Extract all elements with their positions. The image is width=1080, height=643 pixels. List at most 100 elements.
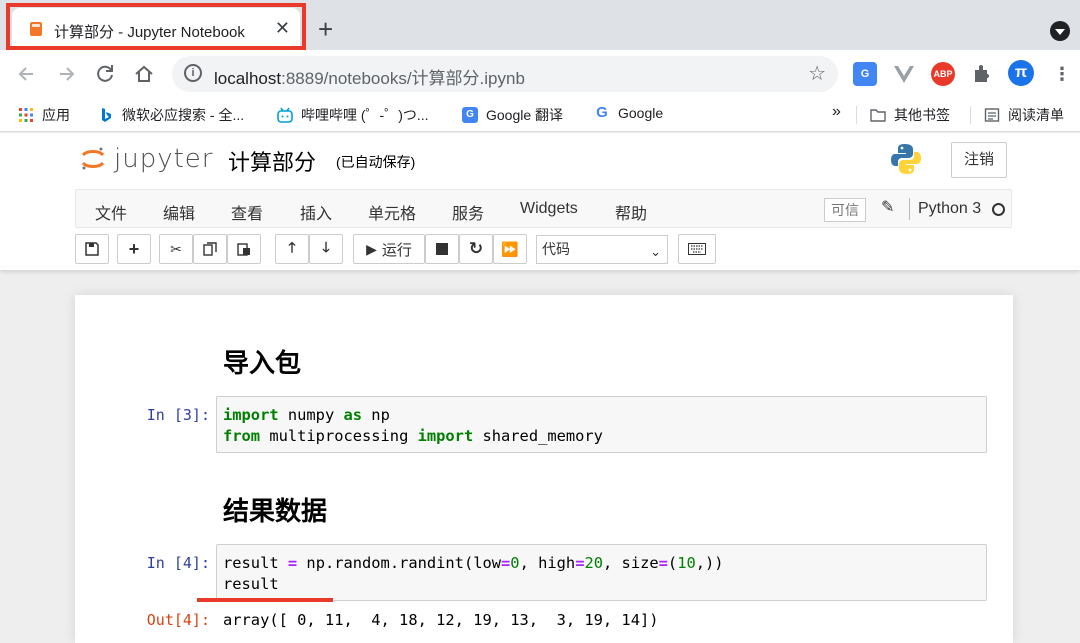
menu-help[interactable]: 帮助 [615,200,647,224]
reading-list[interactable]: 阅读清单 [984,105,1064,125]
menu-edit[interactable]: 编辑 [163,200,195,224]
cell-output: array([ 0, 11, 4, 18, 12, 19, 13, 3, 19,… [223,611,659,629]
puzzle-icon[interactable] [970,62,994,86]
interrupt-button[interactable] [425,234,459,264]
tab-search-icon[interactable] [1050,21,1070,41]
cell-type-select[interactable]: 代码 ⌄ [536,235,668,264]
bookmark-label: 微软必应搜索 - 全... [122,107,245,123]
browser-toolbar: i localhost:8889/notebooks/计算部分.ipynb ☆ … [0,50,1080,98]
menu-file[interactable]: 文件 [95,200,127,224]
translate-icon[interactable]: G [853,62,877,86]
menu-cell[interactable]: 单元格 [368,200,416,224]
input-prompt: In [3]: [146,406,210,424]
run-label: 运行 [381,241,412,259]
bookmark-other[interactable]: 其他书签 [870,105,950,125]
jupyter-logo[interactable]: jupyter [80,144,213,174]
move-up-button[interactable]: 🡑 [275,234,309,264]
bing-icon [102,108,111,122]
bookmark-bilibili[interactable]: 哔哩哔哩 (゜-゜)つ... [277,105,429,125]
home-icon[interactable] [130,60,158,88]
bookmarks-overflow-button[interactable]: » [832,103,841,121]
browser-tab-strip: 计算部分 - Jupyter Notebook ✕ + [0,0,1080,50]
arrow-up-icon: 🡑 [288,239,296,255]
address-bar[interactable]: i localhost:8889/notebooks/计算部分.ipynb ☆ [172,56,838,92]
jupyter-header: jupyter 计算部分 (已自动保存) 注销 文件 编辑 查看 插入 单元格 … [0,133,1080,270]
menu-insert[interactable]: 插入 [300,200,332,224]
cut-button[interactable]: ✂ [159,234,193,264]
menu-view[interactable]: 查看 [231,200,263,224]
bookmark-google-translate[interactable]: G Google 翻译 [462,105,563,125]
star-icon[interactable]: ☆ [808,61,826,86]
play-icon: ▶ [366,240,377,257]
restart-button[interactable]: ↻ [459,234,493,264]
menu-widgets[interactable]: Widgets [520,200,578,218]
input-prompt: In [4]: [146,554,210,572]
reload-icon[interactable] [91,60,119,88]
code-line: import numpy as np [223,406,390,424]
back-icon[interactable] [13,60,41,88]
menu-icon[interactable]: ⋮ [1050,62,1074,86]
translate-icon: G [462,107,478,123]
copy-button[interactable] [193,234,227,264]
bookmark-bing[interactable]: 微软必应搜索 - 全... [98,105,244,125]
bookmark-label: 其他书签 [894,107,950,123]
kernel-divider [909,198,910,220]
kernel-status-icon [992,203,1005,216]
save-icon [85,242,99,256]
paste-button[interactable] [227,234,261,264]
bookmarks-divider [856,106,857,124]
move-down-button[interactable]: 🡓 [309,234,343,264]
bookmark-label: 哔哩哔哩 (゜-゜)つ... [301,107,429,123]
new-tab-button[interactable]: + [318,16,333,42]
jupyter-logo-text: jupyter [114,144,214,174]
url-text[interactable]: localhost:8889/notebooks/计算部分.ipynb [214,64,525,89]
adblock-icon[interactable]: ABP [931,62,955,86]
apps-grid-icon [19,108,33,122]
scissors-icon: ✂ [170,240,182,257]
code-line: from multiprocessing import shared_memor… [223,427,603,445]
info-icon[interactable]: i [184,64,202,82]
insert-cell-button[interactable]: + [117,234,151,264]
kernel-name: Python 3 [918,200,982,217]
bookmark-label: 应用 [42,107,70,123]
underline-annotation [197,598,333,602]
autosave-status: (已自动保存) [336,154,416,170]
url-host: localhost [214,69,282,88]
trusted-badge[interactable]: 可信 [824,198,866,222]
fast-forward-icon: ⏩ [501,240,519,257]
url-path: :8889/notebooks/计算部分.ipynb [281,69,525,88]
reading-list-icon [984,108,1000,122]
chevron-down-icon: ⌄ [650,244,661,259]
restart-run-all-button[interactable]: ⏩ [493,234,527,264]
cell-type-value: 代码 [542,241,570,257]
profile-icon[interactable]: π [1008,60,1034,86]
menu-kernel[interactable]: 服务 [452,200,484,224]
restart-icon: ↻ [468,239,484,258]
markdown-heading[interactable]: 结果数据 [223,491,327,528]
forward-icon[interactable] [52,60,80,88]
vue-icon[interactable] [892,62,916,86]
pencil-icon[interactable]: ✎ [881,197,894,217]
copy-icon [203,242,217,256]
code-cell[interactable]: result = np.random.randint(low=0, high=2… [216,544,987,601]
command-palette-button[interactable] [678,234,716,264]
bookmark-apps[interactable]: 应用 [18,105,70,125]
save-button[interactable] [75,234,109,264]
notebook-name[interactable]: 计算部分 [228,145,316,177]
run-button[interactable]: ▶ 运行 [353,234,425,264]
google-icon: G [596,104,608,121]
stop-icon [436,243,448,255]
folder-icon [870,109,886,122]
logout-button[interactable]: 注销 [951,142,1007,178]
python-logo-icon [891,144,921,174]
code-cell[interactable]: import numpy as np from multiprocessing … [216,396,987,453]
code-line: result [223,575,279,593]
markdown-heading[interactable]: 导入包 [223,343,301,380]
jupyter-logo-icon [81,147,105,170]
paste-icon [237,243,250,256]
bookmark-google[interactable]: G Google [594,104,664,122]
notebook-container: 导入包 In [3]: import numpy as np from mult… [75,295,1013,643]
bookmark-label: Google 翻译 [486,107,564,123]
tab-highlight-annotation [6,3,306,50]
bookmark-label: Google [618,105,664,121]
